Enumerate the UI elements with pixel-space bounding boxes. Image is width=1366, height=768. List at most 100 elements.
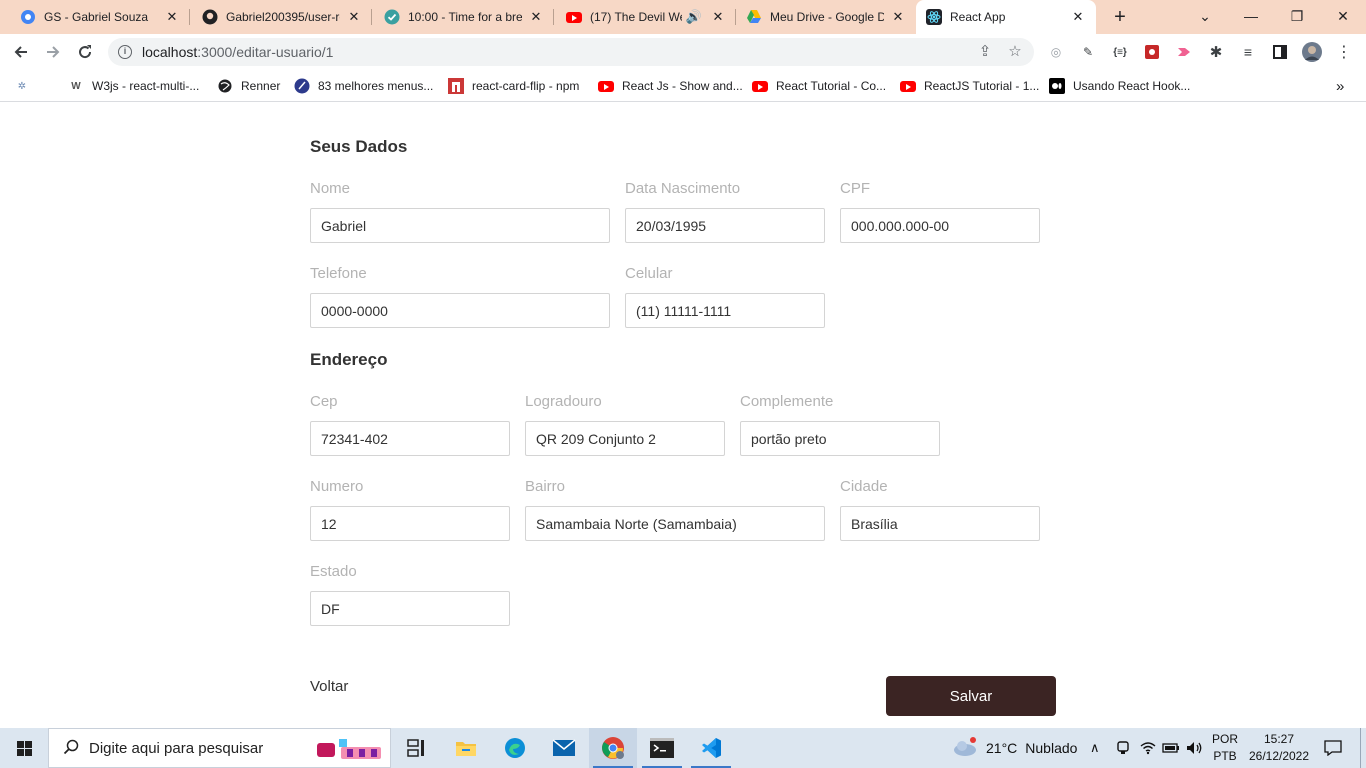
bookmark-star-icon[interactable]: ☆ [1006,43,1024,61]
tab-react-app[interactable]: React App ✕ [916,0,1096,34]
salvar-button[interactable]: Salvar [886,676,1056,716]
tab-gs-gabriel-souza[interactable]: GS - Gabriel Souza ✕ [0,0,190,34]
bookmarks-bar: ✲ W W3js - react-multi-... Renner 83 melh… [0,70,1366,102]
bookmark-react-card-flip[interactable]: react-card-flip - npm [448,76,579,96]
cpf-input[interactable] [840,208,1040,243]
chrome-app-icon[interactable] [589,728,637,768]
complemento-input[interactable] [740,421,940,456]
share-icon[interactable]: ⇪ [976,43,994,61]
medium-icon [1049,78,1065,94]
forward-button[interactable] [40,39,66,65]
show-hidden-icons-chevron-icon[interactable]: ∧ [1090,728,1100,768]
clock-time: 15:27 [1263,732,1295,746]
meet-now-icon[interactable] [1116,728,1130,768]
close-tab-icon[interactable]: ✕ [1070,9,1086,25]
tab-time-for-a-break[interactable]: 10:00 - Time for a brea ✕ [372,0,554,34]
close-tab-icon[interactable]: ✕ [890,9,906,25]
site-info-icon[interactable]: i [118,45,132,59]
bookmark-label: React Tutorial - Co... [776,79,887,93]
bookmark-renner[interactable]: Renner [217,76,280,96]
close-tab-icon[interactable]: ✕ [710,9,726,25]
battery-icon[interactable] [1162,728,1180,768]
bookmark-reactjs-tutorial[interactable]: ReactJS Tutorial - 1... [900,76,1039,96]
vscode-icon[interactable] [687,728,735,768]
language-code: POR [1211,732,1238,746]
wifi-icon[interactable] [1140,728,1156,768]
label-numero: Numero [310,478,364,495]
tab-github-user-repo[interactable]: Gabriel200395/user-re ✕ [190,0,372,34]
bookmarks-overflow-icon[interactable]: » [1336,76,1344,96]
npm-icon [448,78,464,94]
close-tab-icon[interactable]: ✕ [346,9,362,25]
cloud-icon [952,736,978,760]
tab-search-chevron-icon[interactable]: ⌄ [1182,0,1228,32]
edge-browser-icon[interactable] [491,728,539,768]
voltar-link[interactable]: Voltar [310,678,348,695]
show-desktop-divider[interactable] [1360,728,1361,768]
label-telefone: Telefone [310,265,367,282]
terminal-icon[interactable] [638,728,686,768]
task-view-icon[interactable] [392,728,440,768]
notifications-icon[interactable] [1324,728,1342,768]
close-window-button[interactable]: ✕ [1320,0,1366,32]
github-icon [202,9,218,25]
close-tab-icon[interactable]: ✕ [528,9,544,25]
input-language-indicator[interactable]: POR PTB [1210,731,1240,765]
bookmark-react-tutorial[interactable]: React Tutorial - Co... [752,76,886,96]
media-queue-icon[interactable]: ≡ [1238,42,1258,62]
volume-icon[interactable] [1186,728,1204,768]
label-estado: Estado [310,563,357,580]
bairro-input[interactable] [525,506,825,541]
tab-google-drive[interactable]: Meu Drive - Google D ✕ [736,0,916,34]
pink-arrow-extension-icon[interactable] [1174,42,1194,62]
close-tab-icon[interactable]: ✕ [164,9,180,25]
file-explorer-icon[interactable] [442,728,490,768]
json-extension-icon[interactable]: {≡} [1110,42,1130,62]
bookmark-usando-react-hook[interactable]: Usando React Hook... [1049,76,1190,96]
nome-input[interactable] [310,208,610,243]
cidade-input[interactable] [840,506,1040,541]
estado-input[interactable] [310,591,510,626]
label-celular: Celular [625,265,673,282]
weather-widget[interactable]: 21°C Nublado [952,728,1077,768]
reload-button[interactable] [72,39,98,65]
new-tab-button[interactable]: + [1108,5,1132,29]
restore-button[interactable]: ❐ [1274,0,1320,32]
label-cpf: CPF [840,180,870,197]
numero-input[interactable] [310,506,510,541]
speaker-icon[interactable]: 🔊 [686,9,702,25]
address-bar[interactable]: i localhost:3000/editar-usuario/1 ⇪ ☆ [108,38,1034,66]
windows-logo-icon [16,740,32,756]
tab-youtube-devil-we[interactable]: (17) The Devil We 🔊 ✕ [554,0,736,34]
bookmark-label: W3js - react-multi-... [92,79,200,93]
back-button[interactable] [8,39,34,65]
apps-shortcut-icon[interactable]: ✲ [14,76,38,96]
minimize-button[interactable]: — [1228,0,1274,32]
tab-title: Gabriel200395/user-re [226,10,340,24]
logradouro-input[interactable] [525,421,725,456]
youtube-icon [598,78,614,94]
eyedropper-icon[interactable]: ✎ [1078,42,1098,62]
chrome-menu-icon[interactable]: ⋮ [1334,42,1354,62]
cep-input[interactable] [310,421,510,456]
celular-input[interactable] [625,293,825,328]
bookmark-react-js-show[interactable]: React Js - Show and... [598,76,743,96]
data-nascimento-input[interactable] [625,208,825,243]
extensions-puzzle-icon[interactable]: ✱ [1206,42,1226,62]
taskbar-search-box[interactable]: Digite aqui para pesquisar [48,728,391,768]
mail-icon[interactable] [540,728,588,768]
w3-icon: W [71,80,81,92]
extension-circle-icon[interactable]: ◎ [1046,42,1066,62]
weather-condition: Nublado [1025,740,1078,756]
red-extension-icon[interactable] [1142,42,1162,62]
profile-avatar[interactable] [1302,42,1322,62]
label-complemento: Complemente [740,393,834,410]
start-button[interactable] [0,728,48,768]
side-panel-icon[interactable] [1270,42,1290,62]
telefone-input[interactable] [310,293,610,328]
taskbar-clock[interactable]: 15:27 26/12/2022 [1244,731,1314,765]
bookmark-w3js[interactable]: W W3js - react-multi-... [68,76,199,96]
bookmark-83-melhores-menus[interactable]: 83 melhores menus... [294,76,433,96]
chrome-globe-icon [20,9,36,25]
react-icon [926,9,942,25]
